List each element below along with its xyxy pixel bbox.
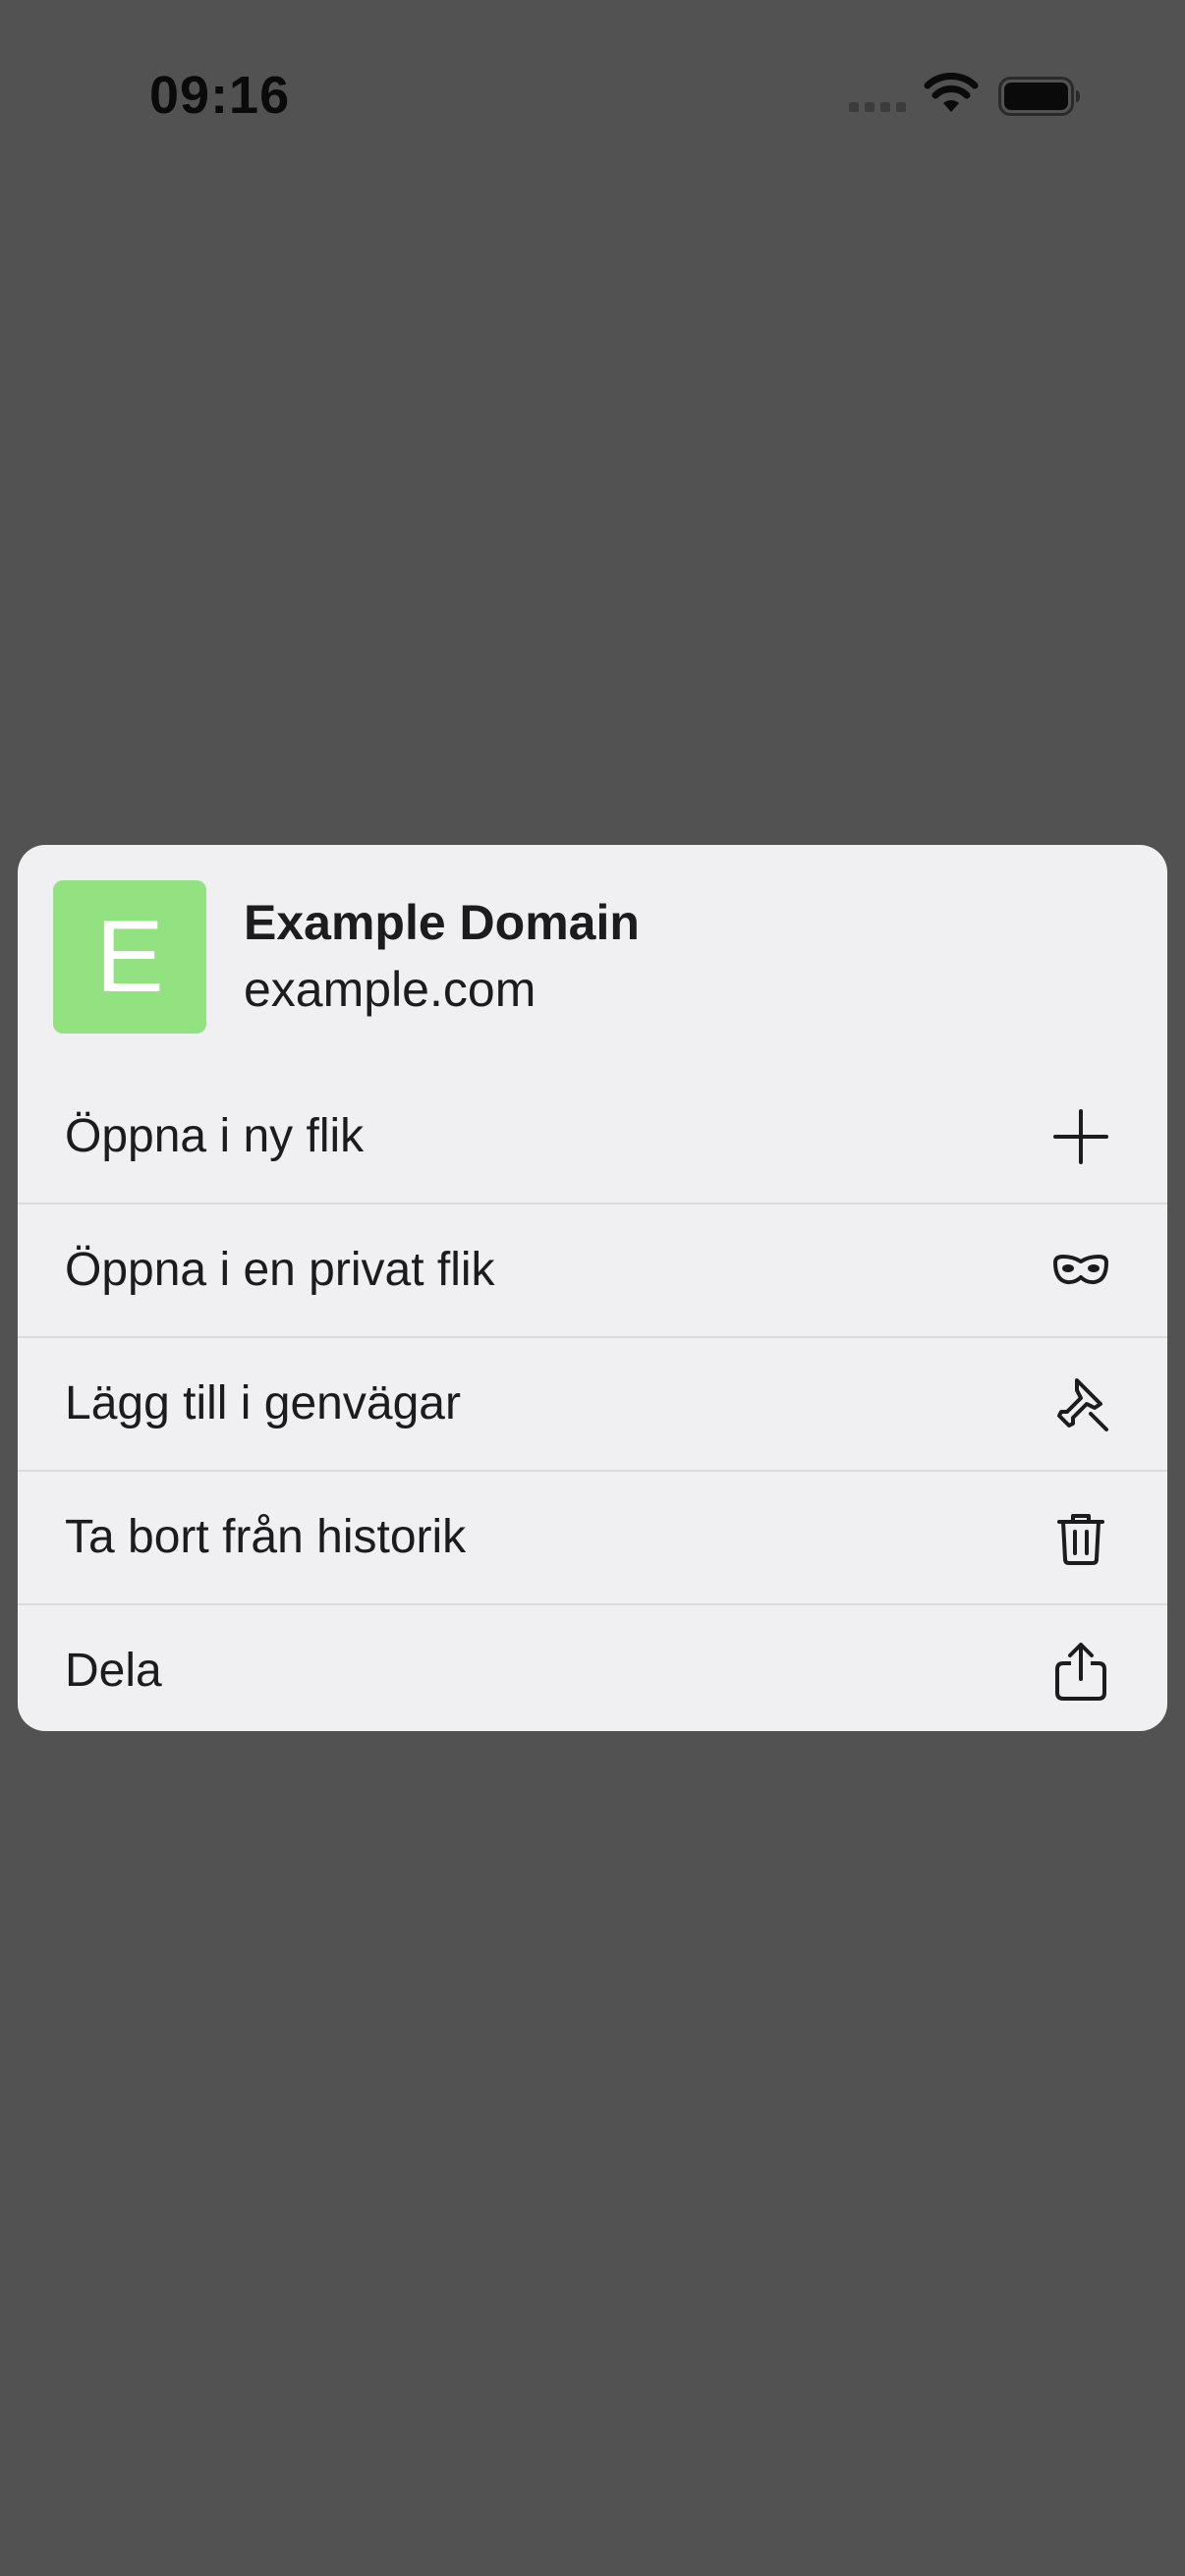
menu-item-label: Dela xyxy=(65,1645,162,1697)
menu-item-label: Öppna i en privat flik xyxy=(65,1244,495,1296)
site-title: Example Domain xyxy=(244,895,640,950)
menu-item-label: Lägg till i genvägar xyxy=(65,1377,461,1429)
status-time: 09:16 xyxy=(149,66,291,125)
link-preview-header: E Example Domain example.com xyxy=(18,845,1167,1071)
plus-icon xyxy=(1053,1109,1108,1164)
menu-item-label: Ta bort från historik xyxy=(65,1511,467,1563)
battery-icon xyxy=(998,77,1080,116)
menu-item-label: Öppna i ny flik xyxy=(65,1110,365,1162)
context-menu: E Example Domain example.com Öppna i ny … xyxy=(18,845,1167,1731)
pin-icon xyxy=(1057,1378,1108,1431)
status-bar: 09:16 xyxy=(0,0,1185,196)
menu-item-open-private-tab[interactable]: Öppna i en privat flik xyxy=(18,1204,1167,1336)
share-icon xyxy=(1055,1643,1106,1701)
menu-item-share[interactable]: Dela xyxy=(18,1605,1167,1731)
private-mask-icon xyxy=(1053,1255,1108,1285)
site-favicon: E xyxy=(53,880,206,1034)
cellular-signal-icon xyxy=(849,102,906,112)
menu-item-remove-from-history[interactable]: Ta bort från historik xyxy=(18,1472,1167,1603)
menu-item-add-shortcut[interactable]: Lägg till i genvägar xyxy=(18,1338,1167,1470)
wifi-icon xyxy=(924,73,979,112)
site-url: example.com xyxy=(244,962,536,1017)
menu-item-open-new-tab[interactable]: Öppna i ny flik xyxy=(18,1071,1167,1203)
trash-icon xyxy=(1057,1514,1104,1565)
